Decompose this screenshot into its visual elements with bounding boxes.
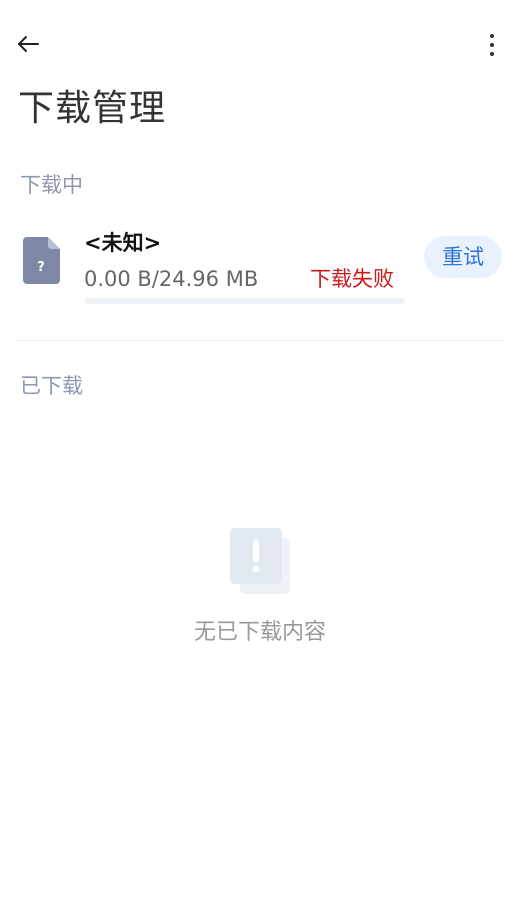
retry-button[interactable]: 重试: [424, 236, 502, 278]
section-label-downloaded: 已下载: [20, 374, 83, 398]
file-size: 0.00 B/24.96 MB: [84, 267, 259, 291]
section-divider: [18, 340, 502, 341]
empty-state-text: 无已下载内容: [193, 620, 326, 645]
section-label-downloading: 下载中: [20, 173, 83, 197]
more-options-button[interactable]: [474, 28, 510, 62]
arrow-left-icon: [18, 36, 39, 52]
top-app-bar: [0, 0, 513, 88]
page-title: 下载管理: [18, 88, 167, 129]
download-progress-bar: [84, 298, 405, 304]
unknown-file-icon: ?: [23, 237, 60, 284]
download-status: 下载失败: [310, 267, 394, 291]
svg-text:?: ?: [37, 260, 45, 275]
alert-icon: [230, 528, 290, 594]
more-vertical-icon: [490, 34, 494, 56]
file-name: <未知>: [84, 231, 162, 255]
back-button[interactable]: [10, 28, 46, 60]
download-item[interactable]: ? <未知> 0.00 B/24.96 MB 下载失败 重试: [0, 222, 513, 318]
